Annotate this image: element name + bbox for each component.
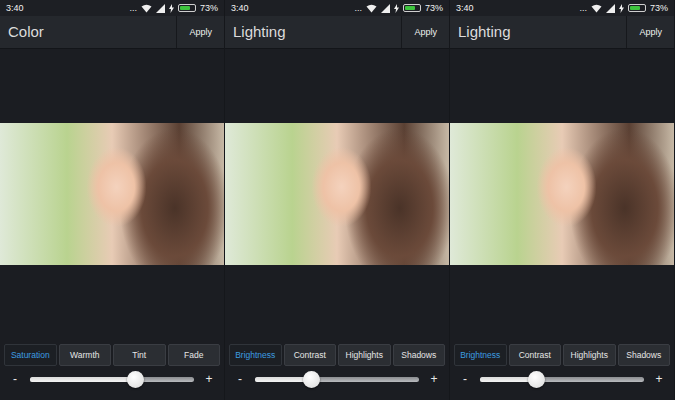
phone-screen: 3:40... 73% Lighting Apply BrightnessContras… bbox=[225, 0, 450, 400]
tool-tab[interactable]: Shadows bbox=[618, 344, 671, 366]
battery-fill bbox=[405, 6, 415, 10]
signal-icon bbox=[156, 4, 165, 13]
status-bar: 3:40... 73% bbox=[0, 0, 224, 16]
phone-screen: 3:40... 73% Color Apply SaturationWarmthTint… bbox=[0, 0, 225, 400]
header-bar: Color Apply bbox=[0, 16, 224, 49]
tool-tab[interactable]: Contrast bbox=[509, 344, 562, 366]
tool-tab[interactable]: Shadows bbox=[393, 344, 446, 366]
signal-icon bbox=[606, 4, 615, 13]
plus-button[interactable]: + bbox=[429, 366, 439, 392]
wifi-icon bbox=[591, 4, 602, 13]
more-dots: ... bbox=[579, 0, 587, 16]
slider-track[interactable] bbox=[255, 377, 419, 382]
tool-tab[interactable]: Warmth bbox=[59, 344, 112, 366]
status-icons: ... 73% bbox=[129, 0, 218, 16]
canvas-area bbox=[0, 49, 224, 123]
clock: 3:40 bbox=[6, 0, 24, 16]
tool-tabs: BrightnessContrastHighlightsShadows bbox=[225, 344, 449, 366]
tool-tab[interactable]: Highlights bbox=[338, 344, 391, 366]
more-dots: ... bbox=[129, 0, 137, 16]
photo bbox=[0, 123, 224, 265]
screen-title: Color bbox=[0, 16, 52, 48]
tool-tab[interactable]: Fade bbox=[168, 344, 221, 366]
charging-icon bbox=[169, 4, 174, 13]
battery-reading: 73% bbox=[200, 0, 218, 16]
signal-icon bbox=[381, 4, 390, 13]
canvas-area bbox=[450, 265, 674, 344]
tool-tabs: BrightnessContrastHighlightsShadows bbox=[450, 344, 674, 366]
apply-button[interactable]: Apply bbox=[176, 16, 224, 48]
status-bar: 3:40... 73% bbox=[225, 0, 449, 16]
plus-button[interactable]: + bbox=[654, 366, 664, 392]
canvas-area bbox=[225, 49, 449, 123]
minus-button[interactable]: - bbox=[10, 366, 20, 392]
tool-tab[interactable]: Highlights bbox=[563, 344, 616, 366]
apply-button[interactable]: Apply bbox=[626, 16, 674, 48]
photo bbox=[450, 123, 674, 265]
apply-button[interactable]: Apply bbox=[401, 16, 449, 48]
status-bar: 3:40... 73% bbox=[450, 0, 674, 16]
status-icons: ... 73% bbox=[354, 0, 443, 16]
canvas-area bbox=[0, 265, 224, 344]
battery-icon bbox=[178, 4, 196, 12]
adjust-slider: -+ bbox=[225, 366, 449, 392]
screen-title: Lighting bbox=[225, 16, 294, 48]
tool-tab[interactable]: Contrast bbox=[284, 344, 337, 366]
wifi-icon bbox=[366, 4, 377, 13]
charging-icon bbox=[394, 4, 399, 13]
slider-knob[interactable] bbox=[528, 371, 545, 388]
clock: 3:40 bbox=[456, 0, 474, 16]
canvas-area bbox=[225, 265, 449, 344]
adjust-slider: -+ bbox=[0, 366, 224, 392]
clock: 3:40 bbox=[231, 0, 249, 16]
tool-tabs: SaturationWarmthTintFade bbox=[0, 344, 224, 366]
slider-track[interactable] bbox=[30, 377, 194, 382]
screen-title: Lighting bbox=[450, 16, 519, 48]
slider-track[interactable] bbox=[480, 377, 644, 382]
tool-tab[interactable]: Brightness bbox=[229, 344, 282, 366]
slider-knob[interactable] bbox=[127, 371, 144, 388]
minus-button[interactable]: - bbox=[460, 366, 470, 392]
battery-reading: 73% bbox=[650, 0, 668, 16]
slider-knob[interactable] bbox=[303, 371, 320, 388]
plus-button[interactable]: + bbox=[204, 366, 214, 392]
tool-tab[interactable]: Tint bbox=[113, 344, 166, 366]
battery-icon bbox=[403, 4, 421, 12]
tool-tab[interactable]: Brightness bbox=[454, 344, 507, 366]
battery-icon bbox=[628, 4, 646, 12]
phone-screen: 3:40... 73% Lighting Apply BrightnessContras… bbox=[450, 0, 675, 400]
minus-button[interactable]: - bbox=[235, 366, 245, 392]
canvas-area bbox=[450, 49, 674, 123]
tool-tab[interactable]: Saturation bbox=[4, 344, 57, 366]
charging-icon bbox=[619, 4, 624, 13]
header-bar: Lighting Apply bbox=[225, 16, 449, 49]
header-bar: Lighting Apply bbox=[450, 16, 674, 49]
battery-fill bbox=[630, 6, 640, 10]
battery-reading: 73% bbox=[425, 0, 443, 16]
adjust-slider: -+ bbox=[450, 366, 674, 392]
wifi-icon bbox=[141, 4, 152, 13]
battery-fill bbox=[180, 6, 190, 10]
slider-fill bbox=[30, 377, 135, 382]
more-dots: ... bbox=[354, 0, 362, 16]
status-icons: ... 73% bbox=[579, 0, 668, 16]
photo bbox=[225, 123, 449, 265]
